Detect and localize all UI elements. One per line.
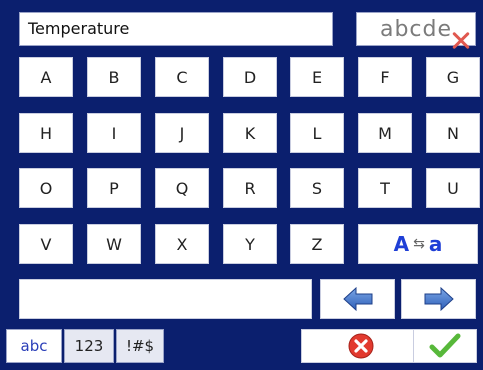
swap-arrows-icon: ⇆	[413, 236, 425, 252]
key-b[interactable]: B	[87, 57, 141, 97]
clear-button[interactable]: abcde	[356, 12, 476, 46]
cursor-left-button[interactable]	[320, 279, 395, 319]
key-d[interactable]: D	[223, 57, 277, 97]
tab-symbols[interactable]: !#$	[116, 329, 164, 363]
uppercase-label: A	[393, 232, 410, 256]
key-v[interactable]: V	[19, 224, 73, 264]
key-p[interactable]: P	[87, 168, 141, 208]
key-k[interactable]: K	[223, 113, 277, 153]
key-i[interactable]: I	[87, 113, 141, 153]
key-x[interactable]: X	[155, 224, 209, 264]
case-toggle-button[interactable]: A ⇆ a	[358, 224, 478, 264]
key-r[interactable]: R	[223, 168, 277, 208]
text-input[interactable]: Temperature	[19, 12, 333, 46]
key-j[interactable]: J	[155, 113, 209, 153]
key-s[interactable]: S	[290, 168, 344, 208]
key-c[interactable]: C	[155, 57, 209, 97]
arrow-right-icon	[424, 286, 454, 312]
virtual-keyboard: Temperature abcde A B C D E F G H I J K …	[0, 0, 483, 370]
key-g[interactable]: G	[426, 57, 480, 97]
key-t[interactable]: T	[358, 168, 412, 208]
key-f[interactable]: F	[358, 57, 412, 97]
key-h[interactable]: H	[19, 113, 73, 153]
key-q[interactable]: Q	[155, 168, 209, 208]
tab-123[interactable]: 123	[64, 329, 114, 363]
clear-button-label: abcde	[379, 16, 453, 42]
mode-tabs-bar: abc 123 !#$	[0, 323, 483, 370]
key-l[interactable]: L	[290, 113, 344, 153]
key-m[interactable]: M	[358, 113, 412, 153]
key-e[interactable]: E	[290, 57, 344, 97]
key-a[interactable]: A	[19, 57, 73, 97]
cancel-button[interactable]	[301, 329, 421, 363]
cursor-right-button[interactable]	[401, 279, 476, 319]
arrow-left-icon	[342, 286, 372, 312]
checkmark-icon	[429, 333, 461, 358]
lowercase-label: a	[428, 232, 443, 256]
key-w[interactable]: W	[87, 224, 141, 264]
key-o[interactable]: O	[19, 168, 73, 208]
key-y[interactable]: Y	[223, 224, 277, 264]
text-preview-bar	[19, 279, 312, 319]
tab-abc[interactable]: abc	[6, 329, 62, 363]
ok-button[interactable]	[413, 329, 477, 363]
key-n[interactable]: N	[426, 113, 480, 153]
key-z[interactable]: Z	[290, 224, 344, 264]
key-u[interactable]: U	[426, 168, 480, 208]
cancel-icon	[348, 333, 374, 359]
